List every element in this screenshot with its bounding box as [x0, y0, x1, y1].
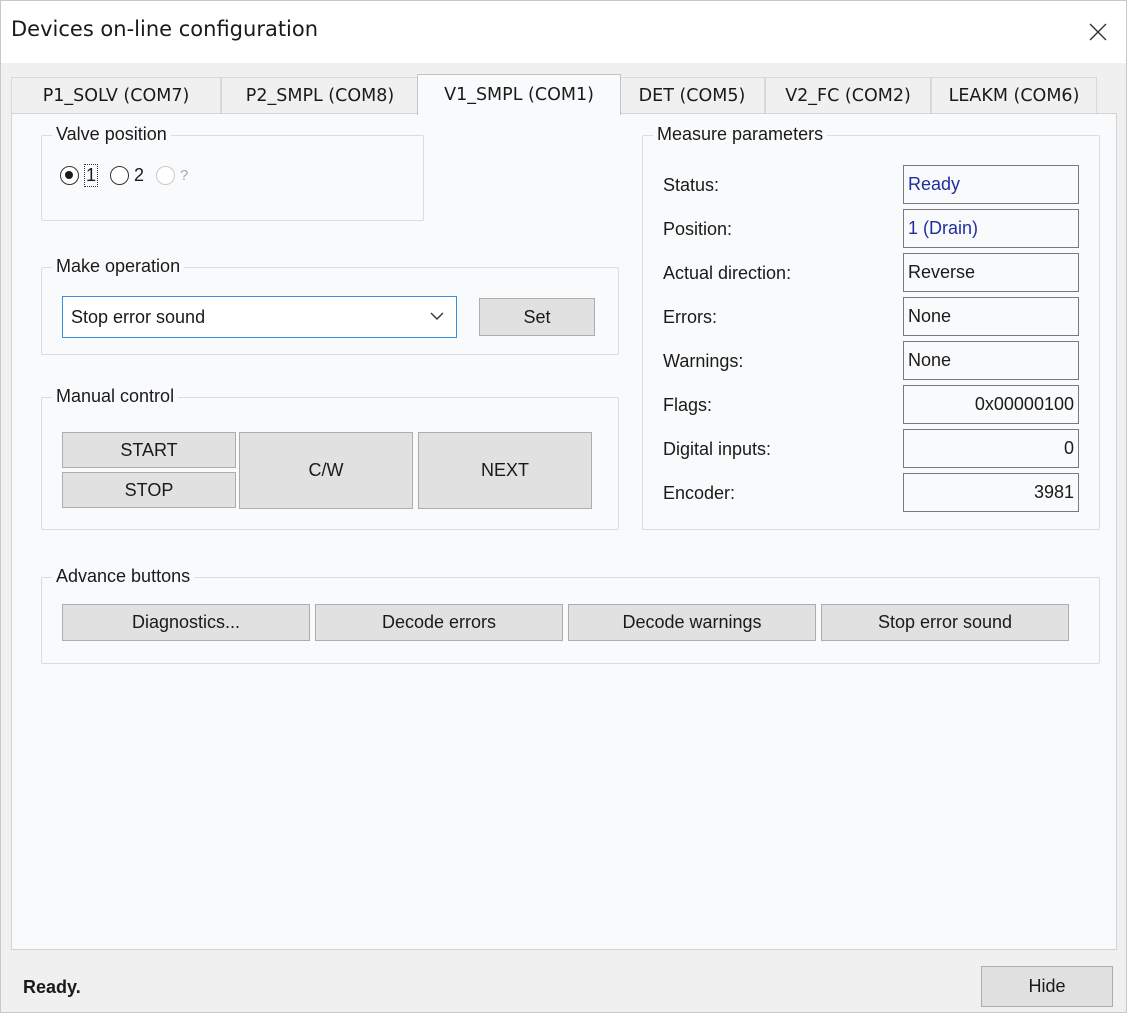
- flags-label: Flags:: [663, 395, 713, 415]
- dialog-window: Devices on-line configuration P1_SOLV (C…: [0, 0, 1127, 1013]
- valve-position-group: Valve position 1 2 ?: [41, 124, 424, 221]
- decode-warnings-button[interactable]: Decode warnings: [568, 604, 816, 641]
- advance-buttons-group: Advance buttons Diagnostics... Decode er…: [41, 566, 1100, 664]
- tab-p2-smpl[interactable]: P2_SMPL (COM8): [221, 77, 419, 114]
- tab-p1-solv[interactable]: P1_SOLV (COM7): [11, 77, 221, 114]
- tab-v2-fc[interactable]: V2_FC (COM2): [765, 77, 931, 114]
- actual-direction-label: Actual direction:: [663, 263, 792, 283]
- make-operation-label: Make operation: [52, 256, 185, 277]
- tab-page-v1-smpl: Valve position 1 2 ? Make operation Stop…: [11, 113, 1117, 950]
- digital-inputs-label: Digital inputs:: [663, 439, 772, 459]
- status-bar: Ready. Hide: [1, 956, 1126, 1014]
- set-button[interactable]: Set: [479, 298, 595, 336]
- manual-control-label: Manual control: [52, 386, 179, 407]
- valve-position-radio-unknown: ?: [156, 166, 188, 185]
- diagnostics-button[interactable]: Diagnostics...: [62, 604, 310, 641]
- valve-position-label: Valve position: [52, 124, 171, 145]
- operation-select-value: Stop error sound: [71, 306, 206, 327]
- encoder-value: 3981: [903, 473, 1079, 512]
- status-label: Status:: [663, 175, 720, 195]
- hide-button[interactable]: Hide: [981, 966, 1113, 1007]
- digital-inputs-value: 0: [903, 429, 1079, 468]
- cw-button[interactable]: C/W: [239, 432, 413, 509]
- flags-value: 0x00000100: [903, 385, 1079, 424]
- close-button[interactable]: [1070, 9, 1126, 55]
- stop-button[interactable]: STOP: [62, 472, 236, 508]
- position-value: 1 (Drain): [903, 209, 1079, 248]
- errors-value: None: [903, 297, 1079, 336]
- close-icon: [1089, 23, 1107, 41]
- tab-v1-smpl[interactable]: V1_SMPL (COM1): [417, 74, 621, 115]
- make-operation-group: Make operation Stop error sound Set: [41, 256, 619, 355]
- window-title: Devices on-line configuration: [11, 17, 319, 41]
- chevron-down-icon: [430, 312, 444, 320]
- radio-disabled-icon: [156, 166, 176, 185]
- start-button[interactable]: START: [62, 432, 236, 468]
- radio-checked-icon: [60, 166, 79, 185]
- advance-buttons-label: Advance buttons: [52, 566, 195, 587]
- next-button[interactable]: NEXT: [418, 432, 592, 509]
- manual-control-group: Manual control START STOP C/W NEXT: [41, 386, 619, 530]
- warnings-label: Warnings:: [663, 351, 744, 371]
- title-bar: Devices on-line configuration: [1, 1, 1126, 63]
- tab-det[interactable]: DET (COM5): [619, 77, 765, 114]
- status-text: Ready.: [23, 977, 81, 997]
- encoder-label: Encoder:: [663, 483, 736, 503]
- valve-position-radio-2[interactable]: 2: [110, 165, 144, 186]
- position-label: Position:: [663, 219, 733, 239]
- valve-position-radio-1[interactable]: 1: [60, 164, 99, 187]
- status-value: Ready: [903, 165, 1079, 204]
- operation-select[interactable]: Stop error sound: [62, 296, 457, 338]
- warnings-value: None: [903, 341, 1079, 380]
- actual-direction-value: Reverse: [903, 253, 1079, 292]
- decode-errors-button[interactable]: Decode errors: [315, 604, 563, 641]
- tab-leakm[interactable]: LEAKM (COM6): [931, 77, 1097, 114]
- stop-error-sound-button[interactable]: Stop error sound: [821, 604, 1069, 641]
- measure-parameters-group: Measure parameters Status: Ready Positio…: [642, 124, 1100, 530]
- errors-label: Errors:: [663, 307, 717, 327]
- measure-parameters-label: Measure parameters: [653, 124, 828, 145]
- radio-unchecked-icon: [110, 166, 130, 185]
